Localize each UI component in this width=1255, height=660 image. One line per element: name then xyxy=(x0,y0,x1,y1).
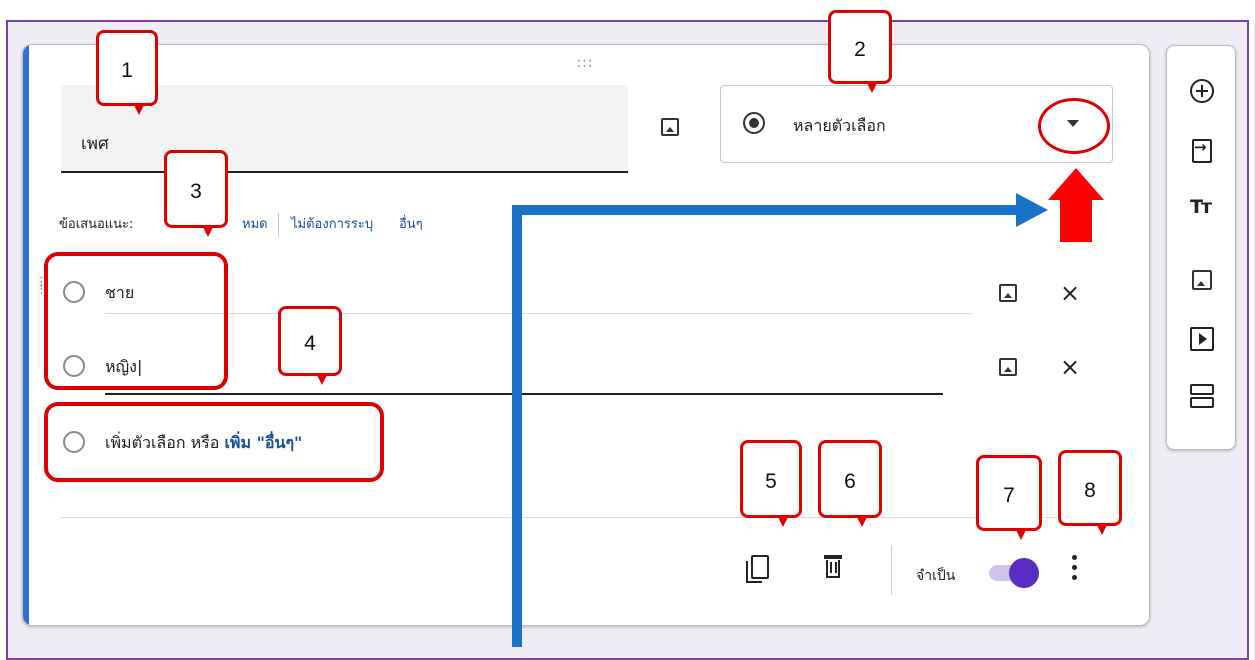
add-image-icon[interactable] xyxy=(1192,270,1212,290)
callout-2: 2 xyxy=(828,10,892,93)
footer-divider xyxy=(61,517,1111,518)
footer-vertical-divider xyxy=(891,545,892,595)
suggestion-other[interactable]: อื่นๆ xyxy=(399,213,423,234)
question-type-label: หลายตัวเลือก xyxy=(793,116,886,135)
add-video-icon[interactable] xyxy=(1190,327,1214,351)
radio-type-icon xyxy=(743,112,765,134)
duplicate-icon[interactable] xyxy=(746,555,770,585)
more-vert-icon[interactable] xyxy=(1072,555,1078,581)
suggestion-no-answer[interactable]: ไม่ต้องการระบุ xyxy=(291,213,373,234)
add-title-icon[interactable]: Tт xyxy=(1190,195,1214,219)
option-image-icon[interactable] xyxy=(999,358,1017,376)
required-toggle-knob[interactable] xyxy=(1009,558,1039,588)
option-underline xyxy=(105,313,973,314)
callout-7: 7 xyxy=(976,455,1042,540)
option-underline-active xyxy=(105,393,943,395)
annotation-circle-dropdown xyxy=(1038,98,1110,154)
required-label: จำเป็น xyxy=(916,568,956,584)
callout-4: 4 xyxy=(278,306,342,385)
suggestions-prefix: ข้อเสนอแนะ: xyxy=(59,217,134,232)
suggestion-divider xyxy=(278,213,279,237)
suggestion-all[interactable]: หมด xyxy=(242,213,268,234)
callout-3: 3 xyxy=(164,150,228,237)
option-image-icon[interactable] xyxy=(999,284,1017,302)
red-up-arrow-stem xyxy=(1060,198,1092,242)
callout-1: 1 xyxy=(96,30,158,115)
trash-icon[interactable] xyxy=(824,555,842,579)
annotation-box-add-option xyxy=(44,402,384,482)
drag-handle[interactable]: ::: xyxy=(574,56,596,70)
callout-8: 8 xyxy=(1058,450,1122,535)
red-up-arrow-head xyxy=(1048,168,1104,200)
annotation-box-options xyxy=(44,252,228,390)
card-accent-bar xyxy=(23,45,29,625)
guide-arrow-horizontal xyxy=(512,205,1020,215)
add-question-icon[interactable] xyxy=(1190,79,1214,103)
add-image-icon[interactable] xyxy=(661,118,679,136)
callout-6: 6 xyxy=(818,440,882,527)
guide-arrow-head xyxy=(1016,193,1048,227)
import-questions-icon[interactable] xyxy=(1192,138,1212,163)
remove-option-icon[interactable]: × xyxy=(1060,355,1080,379)
side-toolbar: Tт xyxy=(1166,45,1236,450)
guide-arrow-vertical xyxy=(512,205,522,647)
callout-5: 5 xyxy=(740,440,802,527)
question-title-text: เพศ xyxy=(81,134,109,154)
remove-option-icon[interactable]: × xyxy=(1060,281,1080,305)
add-section-icon[interactable] xyxy=(1190,384,1214,408)
